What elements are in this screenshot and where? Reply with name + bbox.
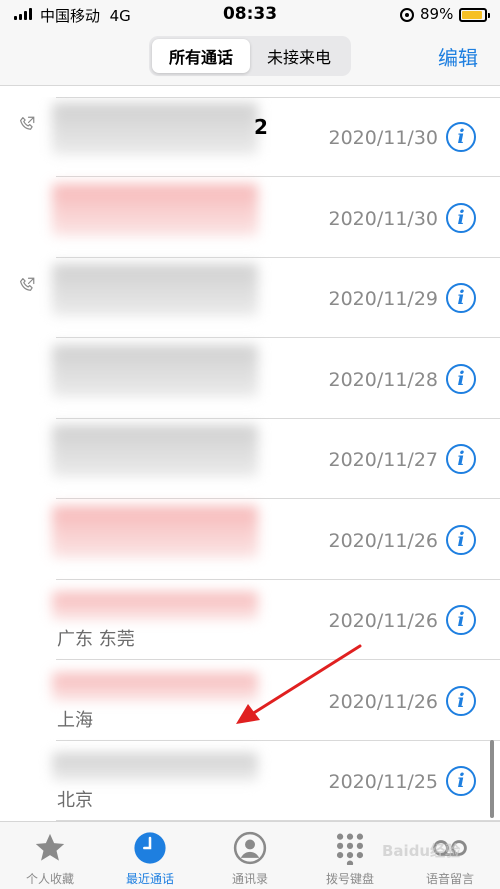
call-location: 上海: [57, 709, 93, 731]
rotation-lock-icon: [400, 8, 414, 22]
tab-label: 个人收藏: [25, 872, 74, 886]
tab-recents[interactable]: 最近通话: [100, 822, 200, 889]
info-icon[interactable]: i: [446, 202, 476, 233]
call-date: 2020/11/27: [328, 449, 438, 471]
nav-bar: 所有通话 未接来电 编辑: [0, 30, 500, 86]
call-row[interactable]: 2 2020/11/30 i: [0, 97, 500, 177]
call-date: 2020/11/28: [328, 368, 438, 391]
info-icon[interactable]: i: [446, 122, 476, 152]
clock-icon: [132, 830, 168, 866]
scroll-indicator[interactable]: [490, 740, 494, 818]
call-date: 2020/11/25: [328, 771, 438, 793]
status-bar: 中国移动 4G 08:33 89%: [0, 0, 500, 30]
contact-name-redacted: [52, 505, 258, 558]
contact-icon: [232, 830, 268, 866]
call-location: 广东 东莞: [57, 629, 135, 650]
keypad-icon: [332, 830, 368, 866]
annotation-arrow: [236, 644, 362, 724]
call-date: 2020/11/30: [328, 127, 438, 149]
contact-name-tail: 2: [254, 115, 268, 139]
segment-missed-calls[interactable]: 未接来电: [250, 39, 348, 73]
contact-name-redacted: [52, 344, 258, 397]
contact-name-redacted: [52, 425, 258, 477]
call-filter-segmented-control: 所有通话 未接来电: [149, 36, 351, 76]
info-icon[interactable]: i: [446, 444, 476, 474]
call-location: 北京: [57, 790, 93, 811]
call-row[interactable]: 2020/11/26 i: [0, 500, 500, 580]
contact-name-redacted: [52, 264, 258, 316]
contact-name-redacted: [52, 592, 258, 620]
call-row[interactable]: 2020/11/29 i: [0, 258, 500, 338]
battery-icon: [459, 8, 490, 22]
info-icon[interactable]: i: [446, 363, 476, 394]
call-date: 2020/11/29: [328, 288, 438, 310]
tab-contacts[interactable]: 通讯录: [200, 822, 300, 889]
contact-name-redacted: [52, 103, 258, 155]
outgoing-call-icon: [18, 276, 38, 296]
call-date: 2020/11/26: [328, 529, 438, 552]
call-row[interactable]: 2020/11/30 i: [0, 178, 500, 258]
call-date: 2020/11/26: [328, 610, 438, 632]
info-icon[interactable]: i: [446, 283, 476, 313]
edit-button[interactable]: 编辑: [438, 42, 478, 71]
call-row[interactable]: 2020/11/27 i: [0, 419, 500, 499]
tab-favorites[interactable]: 个人收藏: [0, 822, 100, 889]
call-date: 2020/11/30: [328, 207, 438, 230]
segment-all-calls[interactable]: 所有通话: [152, 39, 250, 73]
battery-percent: 89%: [420, 5, 454, 23]
info-icon[interactable]: i: [446, 524, 476, 555]
tab-label: 拨号键盘: [325, 872, 374, 886]
tab-label: 语音留言: [425, 872, 474, 886]
call-row[interactable]: 2020/11/28 i: [0, 339, 500, 419]
info-icon[interactable]: i: [446, 766, 476, 796]
contact-name-redacted: [52, 183, 258, 236]
info-icon[interactable]: i: [446, 605, 476, 635]
tab-label: 通讯录: [231, 872, 268, 886]
contact-name-redacted: [52, 753, 258, 781]
star-icon: [32, 830, 68, 866]
info-icon[interactable]: i: [446, 685, 476, 716]
outgoing-call-icon: [18, 115, 38, 135]
watermark: Baidu经验: [382, 842, 461, 860]
tab-label: 最近通话: [125, 872, 174, 886]
call-row[interactable]: 北京 2020/11/25 i: [0, 741, 500, 821]
contact-name-redacted: [52, 672, 258, 701]
